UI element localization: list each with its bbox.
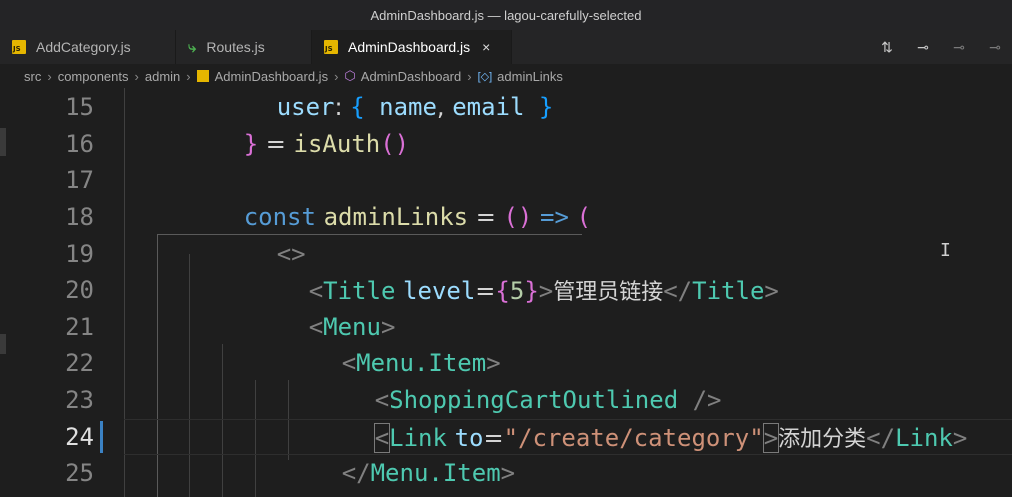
chevron-right-icon: › xyxy=(186,68,191,84)
line-number: 21 xyxy=(65,312,94,341)
js-file-icon: JS xyxy=(324,40,338,54)
line-number: 18 xyxy=(65,203,94,232)
code-token: } xyxy=(524,93,554,122)
react-routes-icon: ⤷ xyxy=(188,38,197,56)
breadcrumb-symbol[interactable]: adminLinks xyxy=(497,69,563,84)
variable-icon: [◇] xyxy=(477,70,493,83)
code-token: () xyxy=(380,129,410,158)
tab-label: Routes.js xyxy=(206,39,265,55)
line-number: 22 xyxy=(65,349,94,378)
code-token: = xyxy=(258,129,294,158)
chevron-right-icon: › xyxy=(334,68,339,84)
breadcrumb-admin[interactable]: admin xyxy=(145,69,180,84)
code-token: , xyxy=(436,93,453,122)
code-token: level xyxy=(403,277,476,306)
compare-changes-icon[interactable]: ⇅ xyxy=(876,39,898,56)
code-line: 21 <Menu> xyxy=(0,309,1012,346)
code-token: } xyxy=(243,129,259,158)
code-token: } xyxy=(524,277,539,306)
code-token: = xyxy=(475,277,496,306)
chevron-right-icon: › xyxy=(47,68,52,84)
git-commit-icon[interactable]: ⊸ xyxy=(912,39,934,56)
chevron-right-icon: › xyxy=(467,68,472,84)
code-token: </ xyxy=(341,459,371,488)
line-number: 15 xyxy=(65,93,94,122)
code-token: > xyxy=(762,422,780,453)
breadcrumb-component[interactable]: AdminDashboard xyxy=(361,69,461,84)
code-token: () xyxy=(503,203,533,232)
close-icon[interactable]: × xyxy=(482,39,490,55)
line-number: 17 xyxy=(65,166,94,195)
tab-addcategory[interactable]: JS AddCategory.js xyxy=(0,30,176,64)
chevron-right-icon: › xyxy=(134,68,139,84)
tab-label: AddCategory.js xyxy=(36,39,131,55)
editor-actions: ⇅ ⊸ ⊸ ⊸ xyxy=(876,30,1012,64)
code-token: ( xyxy=(576,203,592,232)
code-token: isAuth xyxy=(293,129,381,158)
git-prev-icon[interactable]: ⊸ xyxy=(948,39,970,56)
breadcrumb: src › components › admin › AdminDashboar… xyxy=(0,64,1012,88)
code-token: > xyxy=(764,277,779,306)
code-token: > xyxy=(500,459,516,488)
code-token: adminLinks xyxy=(323,203,469,232)
code-token: </ xyxy=(663,277,693,306)
git-next-icon[interactable]: ⊸ xyxy=(984,39,1006,56)
code-line: 25 </Menu.Item> xyxy=(0,455,1012,492)
line-number: 16 xyxy=(65,129,94,158)
line-number: 23 xyxy=(65,386,94,415)
code-line: 16 } = isAuth() xyxy=(0,126,1012,163)
code-token: Link xyxy=(895,423,953,452)
code-token: 5 xyxy=(509,277,525,306)
code-line: 20 <Title level={5}>管理员链接</Title> xyxy=(0,272,1012,309)
component-icon: ⬡ xyxy=(344,68,356,83)
code-token: => xyxy=(540,203,569,232)
code-token: Menu.Item xyxy=(370,459,501,488)
code-token: { xyxy=(495,277,510,306)
breadcrumb-src[interactable]: src xyxy=(24,69,41,84)
code-editor[interactable]: 15 user: { name, email } 16 } = isAuth()… xyxy=(0,88,1012,497)
window-title: AdminDashboard.js — lagou-carefully-sele… xyxy=(0,0,1012,30)
line-number: 20 xyxy=(65,276,94,305)
code-token: </ xyxy=(866,423,896,452)
tab-label: AdminDashboard.js xyxy=(348,39,471,55)
breadcrumb-components[interactable]: components xyxy=(58,69,129,84)
tab-admindashboard[interactable]: JS AdminDashboard.js × xyxy=(312,30,512,64)
code-token: email xyxy=(452,93,525,122)
line-number: 24 xyxy=(65,422,94,451)
line-number: 25 xyxy=(65,459,94,488)
code-token: > xyxy=(952,423,968,452)
code-token: Title xyxy=(692,277,765,306)
js-file-icon xyxy=(196,70,209,82)
tab-routes[interactable]: ⤷ Routes.js xyxy=(176,30,312,64)
js-file-icon: JS xyxy=(12,40,26,54)
code-token: 管理员链接 xyxy=(553,280,664,306)
code-line: 15 user: { name, email } xyxy=(0,89,1012,126)
line-number: 19 xyxy=(65,239,94,268)
code-token: > xyxy=(538,277,554,306)
code-token: "/create/category" xyxy=(503,423,764,452)
code-token: 添加分类 xyxy=(778,426,867,452)
breadcrumb-file[interactable]: AdminDashboard.js xyxy=(215,69,328,84)
tab-bar: JS AddCategory.js ⤷ Routes.js JS AdminDa… xyxy=(0,30,1012,64)
mouse-text-cursor: I xyxy=(940,240,951,261)
code-token: = xyxy=(468,203,504,232)
code-line: 18 const adminLinks = () => ( xyxy=(0,199,1012,236)
